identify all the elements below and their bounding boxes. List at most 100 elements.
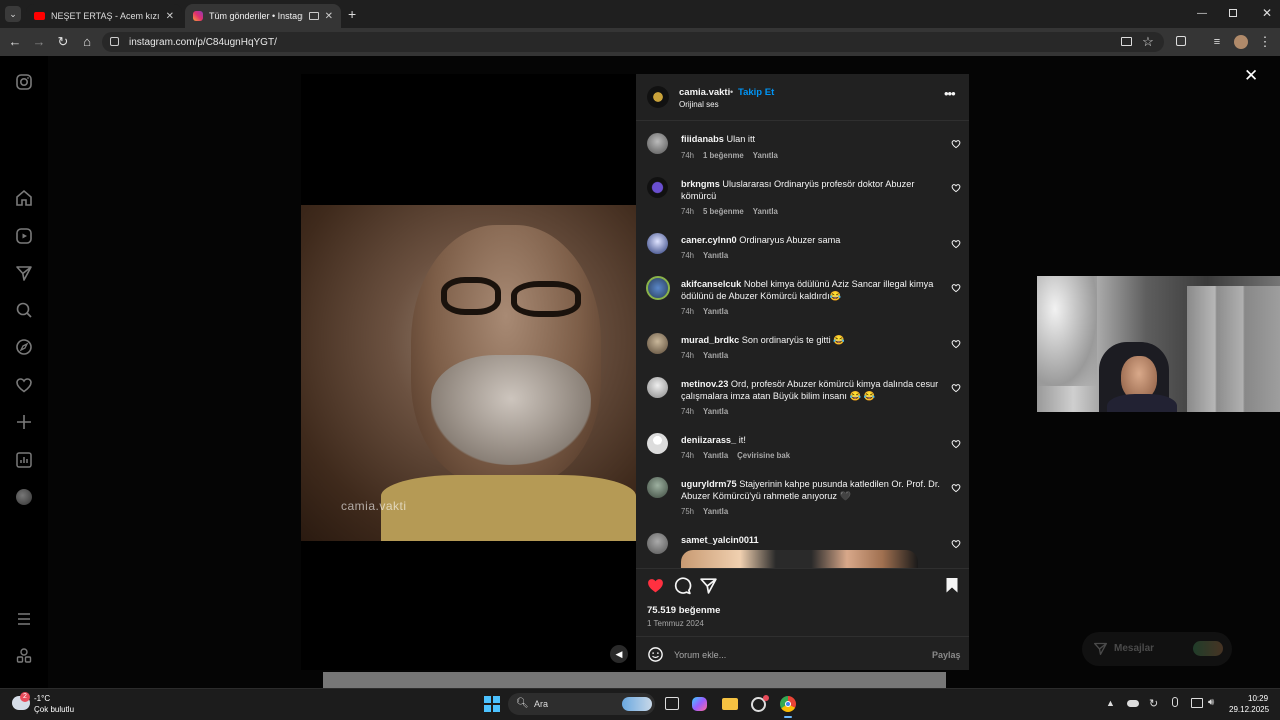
home-icon[interactable] (15, 189, 33, 207)
install-app-icon[interactable] (1121, 37, 1132, 46)
like-comment-heart-icon[interactable] (951, 483, 961, 493)
home-button[interactable]: ⌂ (79, 34, 95, 50)
tab-youtube[interactable]: NEŞET ERTAŞ - Acem kızı, Çırpın ✕ (26, 4, 182, 28)
post-comment-button[interactable]: Paylaş (932, 650, 961, 660)
tab-instagram[interactable]: Tüm gönderiler • Instagram ✕ (185, 4, 341, 28)
back-button[interactable]: ← (7, 34, 23, 50)
sync-icon[interactable]: ↻ (1149, 697, 1158, 710)
new-tab-button[interactable]: + (348, 6, 356, 22)
comment-meta: 74h Yanıtla (681, 251, 729, 260)
instagram-logo-icon[interactable] (15, 73, 33, 91)
comment-meta: 74h Yanıtla Çevirisine bak (681, 451, 791, 460)
mute-button[interactable]: ◀ (610, 645, 628, 663)
weather-desc[interactable]: Çok bulutlu (34, 705, 74, 714)
explore-compass-icon[interactable] (15, 338, 33, 356)
reload-button[interactable]: ↻ (55, 34, 71, 50)
emoji-icon[interactable] (647, 646, 664, 663)
follow-button[interactable]: Takip Et (738, 87, 774, 98)
comment-username[interactable]: uguryldrm75 (681, 479, 737, 489)
network-icon[interactable] (1191, 698, 1203, 708)
clock-date[interactable]: 29.12.2025 (1229, 705, 1269, 714)
commenter-avatar[interactable] (647, 377, 668, 398)
tab-search-button[interactable]: ⌄ (5, 6, 21, 22)
dashboard-icon[interactable] (15, 451, 33, 469)
more-menu-icon[interactable] (15, 610, 33, 628)
taskbar-search-label[interactable]: Ara (534, 699, 548, 709)
commenter-avatar[interactable] (647, 177, 668, 198)
microphone-icon[interactable] (1172, 697, 1178, 707)
author-avatar[interactable] (647, 86, 669, 108)
audio-label[interactable]: Orijinal ses (679, 100, 719, 109)
like-comment-heart-icon[interactable] (951, 383, 961, 393)
create-plus-icon[interactable] (15, 413, 33, 431)
copilot-icon[interactable] (692, 697, 707, 711)
comment-username[interactable]: caner.cylnn0 (681, 235, 737, 245)
weather-temp[interactable]: -1°C (34, 694, 50, 703)
chevron-up-icon[interactable]: ▲ (1106, 698, 1115, 708)
profile-avatar[interactable] (1234, 35, 1248, 49)
commenter-avatar[interactable] (647, 477, 668, 498)
browser-tab-bar: ⌄ NEŞET ERTAŞ - Acem kızı, Çırpın ✕ Tüm … (0, 0, 1280, 28)
like-comment-heart-icon[interactable] (951, 339, 961, 349)
volume-icon[interactable]: 🔊︎ (1208, 697, 1214, 708)
profile-avatar[interactable] (16, 489, 32, 505)
likes-count[interactable]: 75.519 beğenme (647, 605, 720, 616)
minimize-button[interactable]: — (1197, 8, 1207, 19)
commenter-avatar[interactable] (647, 133, 668, 154)
like-comment-heart-icon[interactable] (951, 439, 961, 449)
file-explorer-icon[interactable] (722, 698, 738, 710)
also-from-meta-icon[interactable] (15, 647, 33, 665)
comment-input[interactable]: Yorum ekle... (674, 650, 726, 660)
reels-icon[interactable] (15, 227, 33, 245)
picture-in-picture-icon[interactable] (308, 12, 319, 20)
comment-username[interactable]: fiiidanabs (681, 134, 724, 144)
onedrive-icon[interactable] (1127, 700, 1139, 707)
comment-username[interactable]: akifcanselcuk (681, 279, 741, 289)
comment-text: akifcanselcuk Nobel kimya ödülünü Aziz S… (681, 279, 934, 301)
author-username[interactable]: camia.vakti (679, 87, 730, 98)
url-text[interactable]: instagram.com/p/C84ugnHqYGT/ (129, 37, 277, 48)
like-comment-heart-icon[interactable] (951, 183, 961, 193)
forward-button[interactable]: → (31, 34, 47, 50)
menu-icon[interactable]: ⋮ (1257, 34, 1273, 50)
close-window-button[interactable]: ✕ (1262, 6, 1272, 20)
share-send-icon[interactable] (699, 576, 718, 595)
commenter-avatar[interactable] (646, 276, 670, 300)
task-view-icon[interactable] (665, 697, 679, 710)
media-control-icon[interactable]: ≡ (1209, 34, 1225, 50)
close-icon[interactable]: ✕ (325, 11, 333, 22)
comment-username[interactable]: samet_yalcin0011 (681, 535, 759, 545)
like-heart-icon[interactable] (646, 576, 665, 595)
comment-username[interactable]: deniizarass_ (681, 435, 736, 445)
like-comment-heart-icon[interactable] (951, 283, 961, 293)
restore-button[interactable] (1229, 9, 1237, 17)
extensions-icon[interactable] (1176, 36, 1186, 46)
commenter-avatar[interactable] (647, 533, 668, 554)
video-frame[interactable]: camia.vakti (301, 205, 636, 541)
like-comment-heart-icon[interactable] (951, 239, 961, 249)
comment-text: murad_brdkc Son ordinaryüs te gitti 😂 (681, 335, 845, 345)
more-options-icon[interactable]: ••• (944, 86, 956, 101)
like-comment-heart-icon[interactable] (951, 139, 961, 149)
commenter-avatar[interactable] (647, 433, 668, 454)
comment-username[interactable]: murad_brdkc (681, 335, 739, 345)
close-modal-button[interactable]: ✕ (1244, 66, 1258, 86)
notifications-heart-icon[interactable] (15, 376, 33, 394)
like-comment-heart-icon[interactable] (951, 539, 961, 549)
start-windows-icon[interactable] (484, 696, 500, 712)
clock-time[interactable]: 10:29 (1248, 694, 1268, 703)
tab-title: NEŞET ERTAŞ - Acem kızı, Çırpın (51, 11, 160, 21)
comment-icon[interactable] (673, 576, 692, 595)
comment-image[interactable] (681, 550, 918, 568)
save-bookmark-icon[interactable] (943, 576, 961, 594)
commenter-avatar[interactable] (647, 233, 668, 254)
close-icon[interactable]: ✕ (166, 11, 174, 22)
bookmark-star-icon[interactable]: ☆ (1140, 34, 1156, 50)
search-icon[interactable] (15, 301, 33, 319)
site-info-icon[interactable] (110, 37, 119, 46)
comment-username[interactable]: brkngms (681, 179, 720, 189)
comment-username[interactable]: metinov.23 (681, 379, 728, 389)
direct-send-icon[interactable] (15, 264, 33, 282)
commenter-avatar[interactable] (647, 333, 668, 354)
instagram-sidebar (0, 56, 48, 688)
